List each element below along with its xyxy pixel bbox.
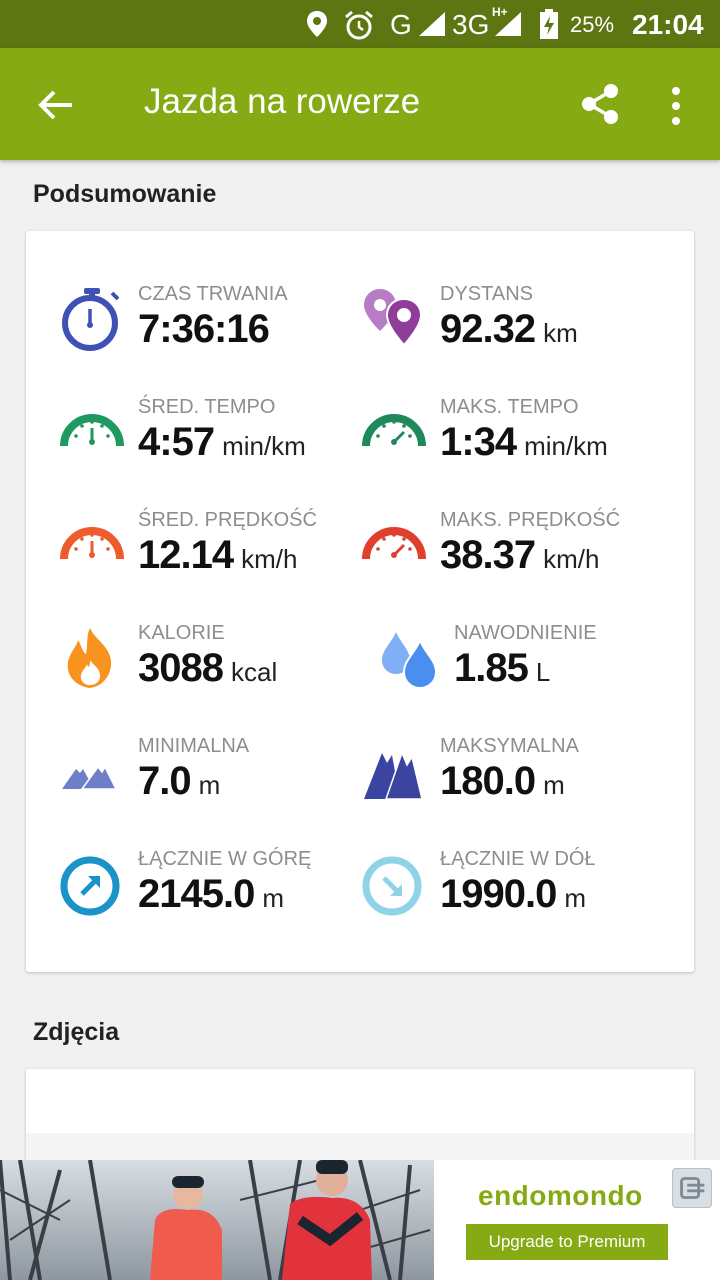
stat-label: NAWODNIENIE bbox=[454, 622, 597, 644]
stat-unit: kcal bbox=[230, 657, 278, 687]
stat-unit: m bbox=[198, 770, 221, 800]
gauge-icon bbox=[60, 527, 124, 560]
stat-label: MAKSYMALNA bbox=[440, 735, 579, 757]
stat-value: 7:36:16 bbox=[138, 307, 270, 351]
stat-min-altitude: MINIMALNA 7.0 m bbox=[60, 735, 370, 835]
stat-label: ŁĄCZNIE W DÓŁ bbox=[440, 848, 596, 870]
stat-value: 180.0 bbox=[440, 759, 536, 803]
mountains-low-icon bbox=[62, 765, 118, 790]
signal-icon bbox=[495, 12, 521, 36]
stat-label: DYSTANS bbox=[440, 283, 533, 305]
stat-unit: m bbox=[262, 883, 285, 913]
ad-banner[interactable]: endomondo Upgrade to Premium bbox=[0, 1160, 720, 1280]
map-pins-icon bbox=[364, 289, 423, 347]
stat-value: 2145.0 bbox=[138, 872, 255, 916]
stat-calories: KALORIE 3088 kcal bbox=[60, 622, 370, 722]
summary-card: CZAS TRWANIA 7:36:16 DYSTANS 92.32 km ŚRE… bbox=[26, 231, 694, 972]
stat-value: 7.0 bbox=[138, 759, 192, 803]
arrow-back-icon[interactable] bbox=[36, 85, 76, 125]
flame-icon bbox=[67, 628, 112, 688]
ad-brand-logo: endomondo bbox=[478, 1180, 643, 1211]
gauge-icon bbox=[60, 414, 124, 447]
alarm-icon bbox=[345, 10, 373, 40]
stopwatch-icon bbox=[62, 288, 120, 351]
stat-label: ŚRED. TEMPO bbox=[138, 396, 276, 418]
stat-unit: L bbox=[535, 657, 551, 687]
network-type-g: G bbox=[390, 9, 412, 40]
more-vert-icon[interactable] bbox=[664, 84, 688, 128]
stat-label: MINIMALNA bbox=[138, 735, 250, 757]
gauge-icon bbox=[362, 414, 426, 447]
app-bar: Jazda na rowerze bbox=[0, 48, 720, 160]
stat-unit: min/km bbox=[524, 431, 608, 461]
stat-total-ascent: ŁĄCZNIE W GÓRĘ 2145.0 m bbox=[60, 848, 370, 948]
status-bar: G 3G H+ 25% 21:04 bbox=[0, 0, 720, 48]
gauge-icon bbox=[362, 527, 426, 560]
stat-value: 3088 bbox=[138, 646, 224, 690]
arrow-down-right-circle-icon bbox=[362, 856, 422, 916]
stat-label: ŚRED. PRĘDKOŚĆ bbox=[138, 509, 317, 531]
stat-value: 38.37 bbox=[440, 533, 536, 577]
stat-value: 12.14 bbox=[138, 533, 234, 577]
page-title: Jazda na rowerze bbox=[144, 82, 421, 121]
stat-value: 1990.0 bbox=[440, 872, 557, 916]
water-drops-icon bbox=[382, 632, 438, 690]
ad-badge-icon[interactable] bbox=[672, 1168, 712, 1208]
stat-max-altitude: MAKSYMALNA 180.0 m bbox=[362, 735, 672, 835]
stat-unit: m bbox=[543, 770, 565, 800]
summary-title: Podsumowanie bbox=[33, 180, 217, 208]
ad-panel: endomondo Upgrade to Premium bbox=[434, 1160, 720, 1280]
stat-max-pace: MAKS. TEMPO 1:34 min/km bbox=[362, 396, 672, 496]
upgrade-premium-button[interactable]: Upgrade to Premium bbox=[466, 1224, 668, 1260]
stat-unit: km/h bbox=[241, 544, 298, 574]
battery-percent: 25% bbox=[570, 12, 615, 37]
stat-avg-speed: ŚRED. PRĘDKOŚĆ 12.14 km/h bbox=[60, 509, 370, 609]
stat-value: 4:57 bbox=[138, 420, 215, 464]
arrow-up-right-circle-icon bbox=[60, 856, 120, 916]
stat-unit: m bbox=[564, 883, 587, 913]
battery-charging-icon bbox=[540, 9, 558, 39]
location-icon bbox=[307, 11, 327, 37]
stat-label: KALORIE bbox=[138, 622, 225, 644]
network-type-3g: 3G bbox=[452, 9, 490, 40]
signal-icon bbox=[419, 12, 445, 36]
stat-value: 1:34 bbox=[440, 420, 517, 464]
runners-photo bbox=[0, 1160, 434, 1280]
stat-max-speed: MAKS. PRĘDKOŚĆ 38.37 km/h bbox=[362, 509, 672, 609]
stat-distance: DYSTANS 92.32 km bbox=[362, 283, 672, 383]
stat-unit: km/h bbox=[543, 544, 600, 574]
stat-label: MAKS. TEMPO bbox=[440, 396, 579, 418]
stat-total-descent: ŁĄCZNIE W DÓŁ 1990.0 m bbox=[362, 848, 672, 948]
share-icon[interactable] bbox=[578, 82, 622, 126]
stat-label: ŁĄCZNIE W GÓRĘ bbox=[138, 848, 312, 870]
stat-unit: min/km bbox=[222, 431, 306, 461]
stat-duration: CZAS TRWANIA 7:36:16 bbox=[60, 283, 370, 383]
photos-title: Zdjęcia bbox=[33, 1018, 120, 1046]
stat-value: 92.32 bbox=[440, 307, 536, 351]
stat-label: MAKS. PRĘDKOŚĆ bbox=[440, 509, 621, 531]
stat-hydration: NAWODNIENIE 1.85 L bbox=[376, 622, 686, 722]
stat-value: 1.85 bbox=[454, 646, 529, 690]
stat-unit: km bbox=[543, 318, 578, 348]
clock: 21:04 bbox=[632, 9, 704, 40]
stat-avg-pace: ŚRED. TEMPO 4:57 min/km bbox=[60, 396, 370, 496]
mountains-high-icon bbox=[364, 750, 423, 800]
stat-label: CZAS TRWANIA bbox=[138, 283, 288, 305]
